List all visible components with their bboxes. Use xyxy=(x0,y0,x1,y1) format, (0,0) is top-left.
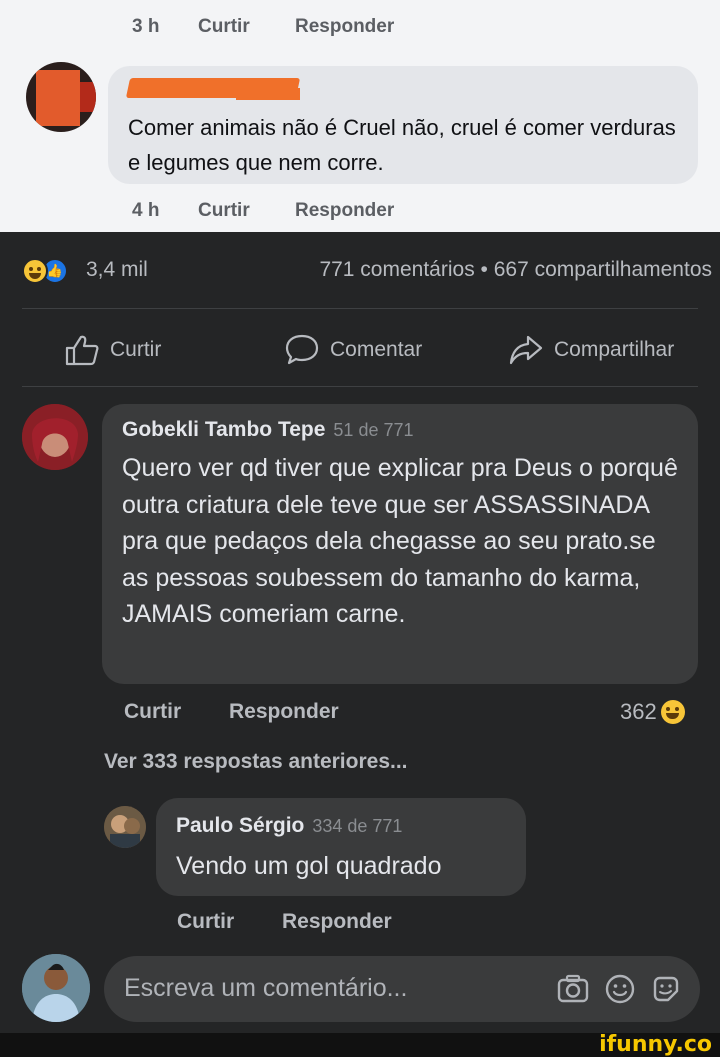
like-button[interactable]: Curtir xyxy=(64,330,161,370)
author-name[interactable]: Gobekli Tambo Tepe xyxy=(122,418,325,441)
share-button[interactable]: Compartilhar xyxy=(508,330,674,370)
speech-bubble-icon xyxy=(285,334,319,365)
like-link[interactable]: Curtir xyxy=(198,16,250,38)
person-avatar-icon xyxy=(22,954,90,1022)
comment-input-placeholder: Escreva um comentário... xyxy=(124,974,408,1002)
comments-shares-count[interactable]: 771 comentários • 667 compartilhamentos xyxy=(319,258,712,282)
comment-position: 51 de 771 xyxy=(333,420,414,440)
watermark-bar: ifunny.co xyxy=(0,1032,720,1057)
ifunny-watermark: ifunny.co xyxy=(599,1032,712,1057)
comment-bubble: Comer animais não é Cruel não, cruel é c… xyxy=(108,66,698,184)
sticker-icon[interactable] xyxy=(650,973,682,1005)
post-stats: 👍 3,4 mil 771 comentários • 667 comparti… xyxy=(22,256,712,286)
comment-author[interactable]: Gobekli Tambo Tepe 51 de 771 xyxy=(122,418,414,442)
comment-text: Quero ver qd tiver que explicar pra Deus… xyxy=(122,454,678,628)
avatar-redaction xyxy=(36,70,80,126)
reply-link[interactable]: Responder xyxy=(229,700,339,724)
user-avatar[interactable] xyxy=(22,954,90,1022)
comment-bubble: Gobekli Tambo Tepe 51 de 771 Quero ver qd… xyxy=(102,404,698,684)
comment-reactions[interactable]: 362 xyxy=(620,699,685,725)
haha-icon xyxy=(660,700,685,724)
avatar[interactable] xyxy=(104,806,146,848)
reply-link[interactable]: Responder xyxy=(295,200,394,222)
view-previous-replies[interactable]: Ver 333 respostas anteriores... xyxy=(104,750,408,774)
like-link[interactable]: Curtir xyxy=(198,200,250,222)
camera-icon[interactable] xyxy=(556,973,590,1005)
share-arrow-icon xyxy=(509,335,543,365)
dark-post-section: 👍 3,4 mil 771 comentários • 667 comparti… xyxy=(0,232,720,1057)
comment-time: 3 h xyxy=(132,16,160,37)
light-comments-section: 3 h Curtir Responder Comer animais não é… xyxy=(0,0,720,232)
emoji-icon[interactable] xyxy=(604,973,636,1005)
reply-text: Vendo um gol quadrado xyxy=(176,852,442,880)
comment-input[interactable]: Escreva um comentário... xyxy=(104,956,700,1022)
reaction-count: 362 xyxy=(620,699,657,724)
thumbs-up-icon xyxy=(65,335,99,366)
post-actions-bar: Curtir Comentar Compartilhar xyxy=(0,330,720,370)
comment-time: 4 h xyxy=(132,200,160,221)
reply-bubble: Paulo Sérgio 334 de 771 Vendo um gol quad… xyxy=(156,798,526,896)
like-link[interactable]: Curtir xyxy=(177,910,234,934)
reaction-count[interactable]: 3,4 mil xyxy=(86,258,148,282)
composer-icons xyxy=(556,973,682,1005)
haha-icon xyxy=(22,258,48,284)
redacted-author-name xyxy=(236,88,300,100)
reply-link[interactable]: Responder xyxy=(282,910,392,934)
divider xyxy=(22,386,698,387)
reply-link[interactable]: Responder xyxy=(295,16,394,38)
like-label: Curtir xyxy=(110,338,162,361)
reaction-icons[interactable]: 👍 xyxy=(22,256,78,286)
person-avatar-icon xyxy=(22,404,88,470)
comment-button[interactable]: Comentar xyxy=(284,330,422,370)
person-avatar-icon xyxy=(104,806,146,848)
like-link[interactable]: Curtir xyxy=(124,700,181,724)
share-label: Compartilhar xyxy=(554,338,675,361)
comment-position: 334 de 771 xyxy=(312,816,403,836)
divider xyxy=(22,308,698,309)
comment-text: Comer animais não é Cruel não, cruel é c… xyxy=(128,115,676,175)
reply-author[interactable]: Paulo Sérgio 334 de 771 xyxy=(176,814,402,838)
author-name[interactable]: Paulo Sérgio xyxy=(176,814,304,837)
comment-label: Comentar xyxy=(330,338,423,361)
avatar-redaction xyxy=(80,82,96,112)
avatar[interactable] xyxy=(22,404,88,470)
avatar[interactable] xyxy=(26,62,96,132)
